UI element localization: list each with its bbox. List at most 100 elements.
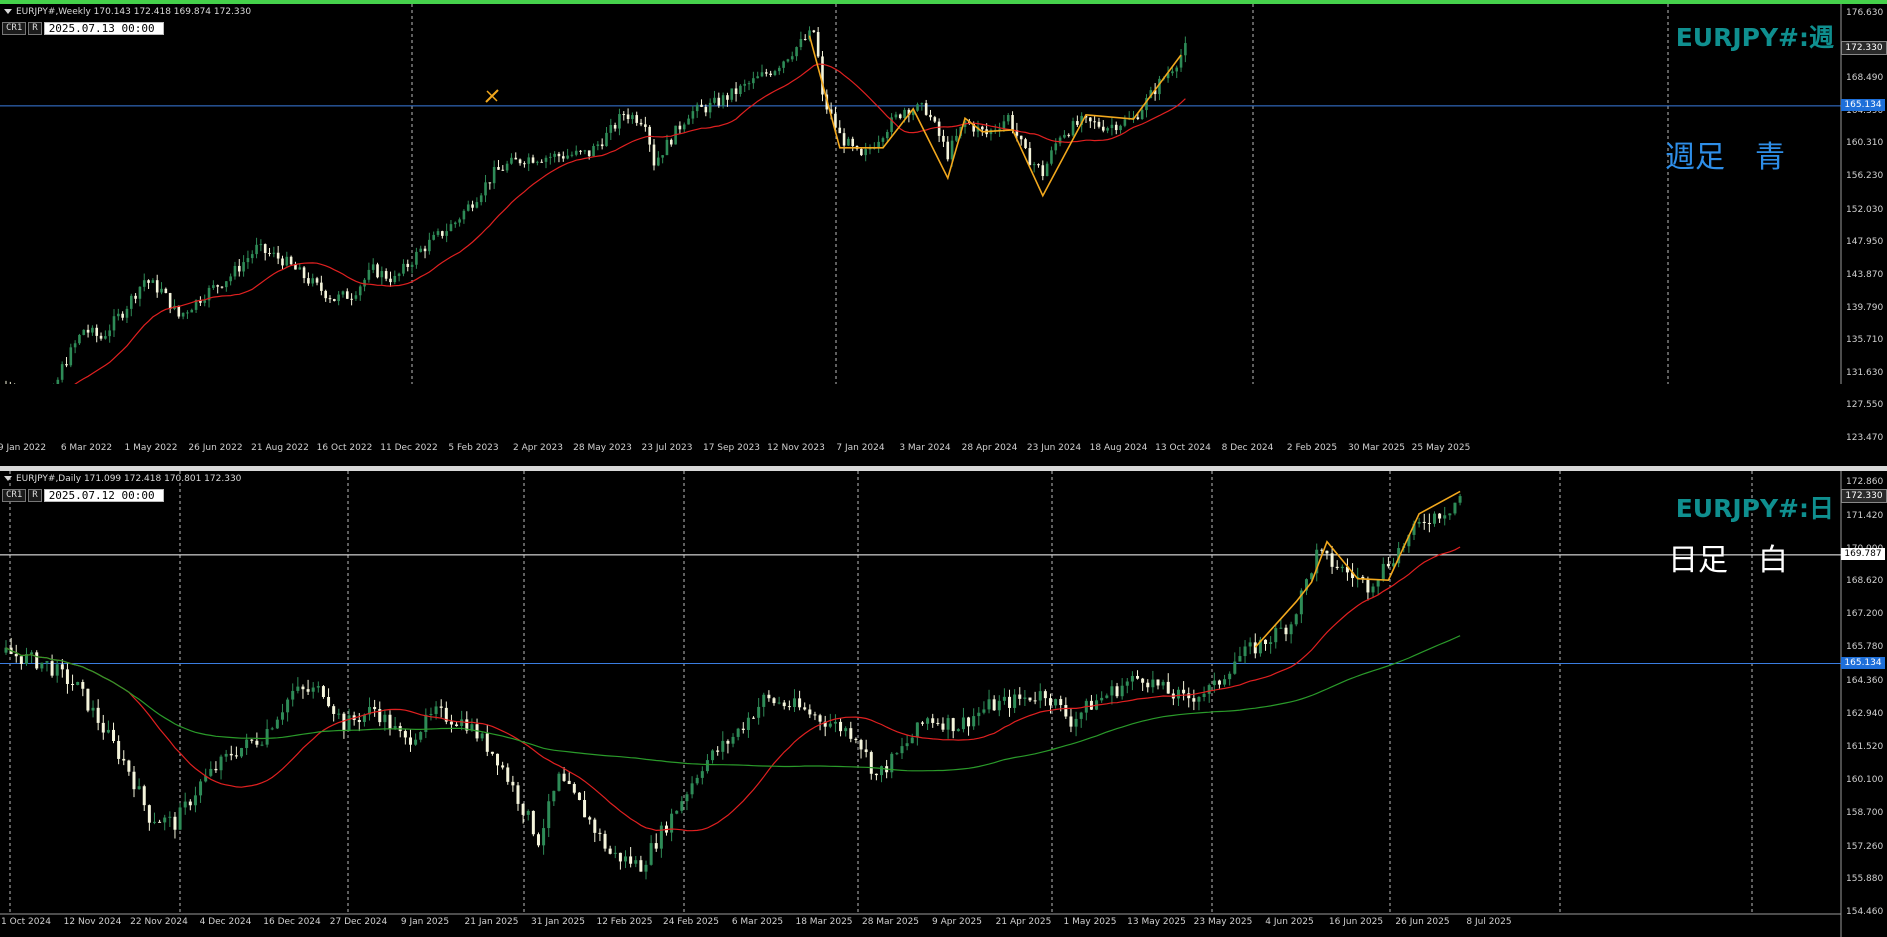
candle-body: [1028, 697, 1032, 701]
candle-body: [782, 61, 785, 68]
candle-body: [752, 717, 756, 719]
candle-body: [526, 810, 530, 815]
candle-body: [691, 111, 695, 119]
candle-body: [813, 714, 817, 716]
candle-body: [849, 728, 853, 739]
candle-body: [847, 138, 850, 146]
candle-body: [1063, 134, 1066, 138]
time-tick-label: 24 Feb 2025: [662, 917, 720, 927]
candle-body: [552, 790, 556, 802]
candle-body: [183, 801, 187, 808]
candle-body: [321, 686, 325, 697]
candle-body: [542, 828, 546, 846]
candle-body: [511, 781, 515, 786]
price-tick-label: 168.620: [1846, 576, 1884, 587]
candle-body: [415, 251, 418, 265]
candle-body: [704, 106, 708, 113]
candle-body: [1217, 680, 1221, 685]
candle-body: [1161, 681, 1165, 686]
weekly-chart-pane[interactable]: EURJPY#,Weekly 170.143 172.418 169.874 1…: [0, 4, 1887, 453]
candle-body: [367, 269, 371, 280]
candle-body: [593, 819, 597, 833]
candle-body: [65, 364, 68, 366]
r-button[interactable]: R: [28, 22, 42, 35]
candle-body: [557, 153, 561, 157]
weekly-date-field[interactable]: 2025.07.13 00:00: [43, 22, 164, 35]
time-tick-label: 8 Dec 2024: [1221, 443, 1274, 453]
candle-body: [898, 114, 902, 119]
pencil-marker-icon[interactable]: [484, 88, 500, 104]
candle-body: [65, 669, 69, 684]
daily-chart-canvas[interactable]: [0, 471, 1887, 937]
candle-body: [147, 280, 150, 283]
price-tick-label: 161.520: [1846, 742, 1884, 752]
candle-body: [272, 252, 276, 254]
r-button[interactable]: R: [28, 489, 42, 502]
candle-body: [981, 126, 984, 130]
candle-body: [212, 285, 215, 288]
candle-body: [818, 715, 822, 722]
candle-body: [121, 313, 124, 318]
candle-body: [242, 262, 245, 272]
price-tick-label: 131.630: [1846, 367, 1884, 378]
candle-body: [982, 709, 986, 713]
candle-body: [1054, 699, 1058, 706]
time-tick-label: 7 Jan 2024: [836, 443, 885, 453]
candle-body: [790, 56, 794, 60]
candle-body: [1253, 642, 1257, 654]
daily-chart-pane[interactable]: EURJPY#,Daily 171.099 172.418 170.801 17…: [0, 471, 1887, 937]
candle-body: [40, 662, 44, 669]
time-tick-label: 4 Jun 2025: [1265, 917, 1314, 927]
candle-body: [566, 155, 569, 159]
price-tick-label: 164.360: [1846, 675, 1884, 686]
cr1-button[interactable]: CR1: [2, 22, 27, 35]
candle-body: [1002, 696, 1006, 701]
candle-body: [1101, 126, 1105, 131]
candle-body: [173, 816, 177, 830]
candle-body: [332, 706, 336, 714]
candle-body: [1366, 578, 1370, 593]
candle-body: [1033, 700, 1037, 702]
candle-body: [1019, 135, 1023, 140]
candle-body: [629, 856, 633, 864]
candle-body: [635, 115, 639, 123]
daily-date-field[interactable]: 2025.07.12 00:00: [43, 489, 164, 502]
collapse-triangle-icon[interactable]: [4, 9, 12, 14]
candle-body: [869, 752, 873, 774]
candle-body: [598, 832, 602, 834]
candle-body: [286, 699, 290, 713]
candle-body: [553, 153, 556, 157]
candle-body: [1097, 121, 1101, 127]
daily-date-toolbar: CR1 R 2025.07.12 00:00: [2, 489, 164, 502]
candle-body: [453, 222, 457, 225]
candle-body: [731, 736, 735, 744]
candle-body: [705, 760, 709, 772]
candle-body: [854, 738, 858, 741]
cr1-button[interactable]: CR1: [2, 489, 27, 502]
candle-body: [1202, 693, 1206, 698]
candle-body: [384, 271, 388, 279]
collapse-triangle-icon[interactable]: [4, 476, 12, 481]
candle-body: [245, 739, 249, 748]
candle-body: [910, 737, 914, 744]
price-tick-label: 143.870: [1846, 269, 1884, 280]
candle-body: [234, 755, 238, 757]
time-tick-label: 23 Jun 2024: [1026, 443, 1082, 453]
candle-body: [752, 78, 755, 84]
price-tick-label: 167.200: [1846, 609, 1884, 620]
candle-body: [772, 698, 776, 704]
candle-body: [644, 864, 648, 872]
candle-body: [315, 278, 319, 283]
weekly-current-price-tag: 172.330: [1841, 41, 1887, 55]
weekly-chart-canvas[interactable]: [0, 4, 1887, 384]
moving-average-green: [5, 635, 1461, 772]
candle-body: [997, 700, 1001, 711]
candle-body: [916, 104, 919, 111]
daily-symbol-title: EURJPY#:日: [1675, 494, 1834, 523]
time-tick-label: 16 Dec 2024: [263, 917, 321, 927]
candle-body: [224, 753, 228, 757]
candle-body: [1151, 679, 1155, 688]
price-tick-label: 135.710: [1846, 335, 1884, 346]
candle-body: [188, 801, 192, 806]
candle-body: [518, 159, 522, 164]
